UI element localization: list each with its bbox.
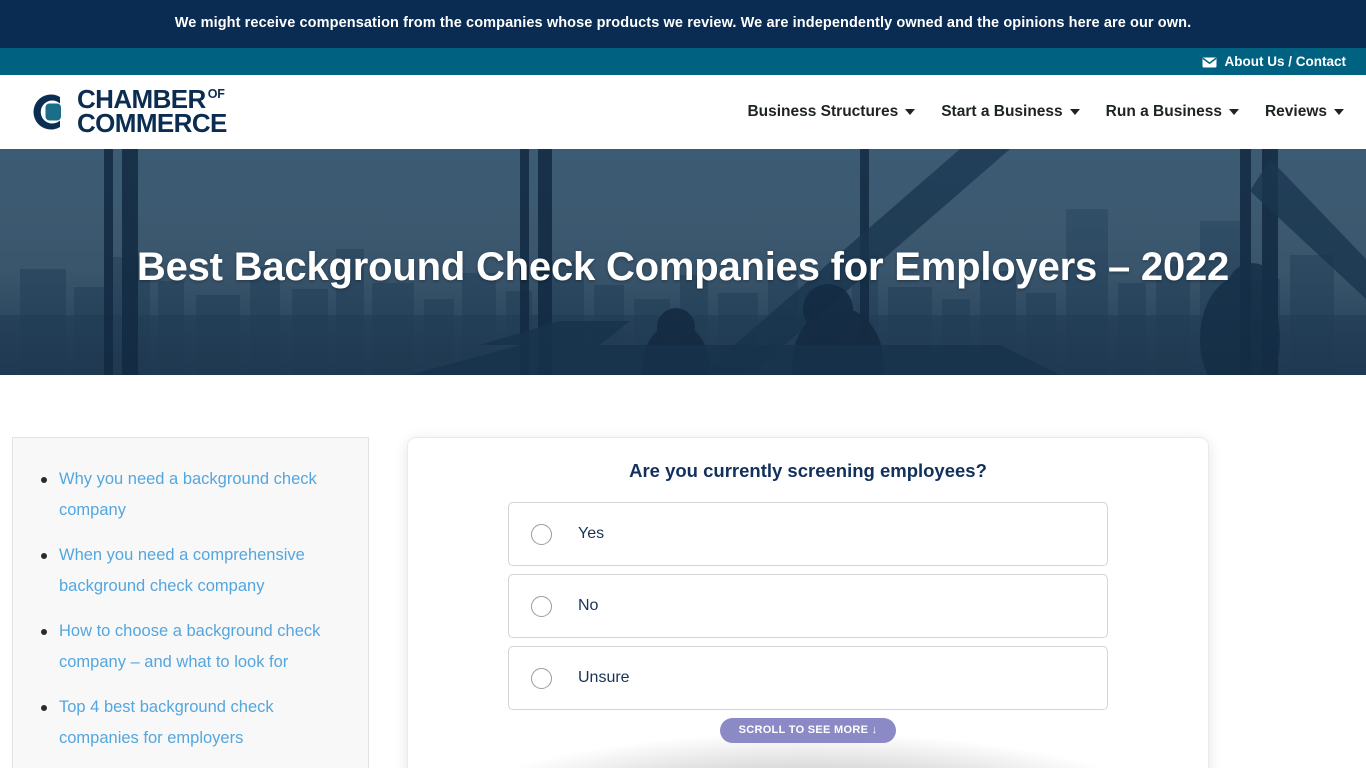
- nav-item-start-a-business[interactable]: Start a Business: [941, 103, 1080, 121]
- site-logo[interactable]: CHAMBER OF COMMERCE: [20, 86, 227, 138]
- site-header: CHAMBER OF COMMERCE Business Structures S…: [0, 75, 1366, 149]
- list-item: When you need a comprehensive background…: [31, 540, 348, 602]
- survey-options: Yes No Unsure: [408, 502, 1208, 710]
- logo-line-2: COMMERCE: [77, 108, 227, 138]
- about-us-contact-label: About Us / Contact: [1224, 54, 1347, 69]
- radio-button-icon[interactable]: [531, 667, 552, 689]
- survey-card: Are you currently screening employees? Y…: [407, 437, 1209, 768]
- scroll-more-area: SCROLL TO SEE MORE ↓: [408, 718, 1208, 768]
- envelope-icon: [1202, 56, 1217, 68]
- about-us-contact-link[interactable]: About Us / Contact: [1202, 54, 1347, 69]
- radio-button-icon[interactable]: [531, 595, 552, 617]
- nav-item-business-structures[interactable]: Business Structures: [747, 103, 916, 121]
- survey-question: Are you currently screening employees?: [629, 460, 987, 481]
- survey-option-label: Yes: [578, 525, 605, 542]
- radio-button-icon[interactable]: [531, 523, 552, 545]
- chamber-c-logo-icon: [20, 88, 68, 136]
- chevron-down-icon: [1069, 109, 1080, 115]
- toc-link-why-you-need[interactable]: Why you need a background check company: [59, 470, 317, 519]
- main-navigation: Business Structures Start a Business Run…: [747, 103, 1344, 121]
- scroll-to-see-more-button[interactable]: SCROLL TO SEE MORE ↓: [719, 718, 897, 743]
- nav-label: Run a Business: [1105, 103, 1222, 120]
- page-title: Best Background Check Companies for Empl…: [136, 245, 1230, 289]
- survey-option-yes[interactable]: Yes: [508, 502, 1108, 566]
- survey-option-label: Unsure: [578, 669, 630, 686]
- disclaimer-text: We might receive compensation from the c…: [174, 15, 1192, 32]
- utility-bar: About Us / Contact: [0, 48, 1366, 75]
- nav-item-reviews[interactable]: Reviews: [1265, 103, 1344, 121]
- logo-of: OF: [207, 87, 225, 102]
- disclaimer-bar: We might receive compensation from the c…: [0, 0, 1366, 48]
- nav-label: Reviews: [1264, 103, 1327, 120]
- list-item: Top 4 best background check companies fo…: [31, 692, 348, 754]
- list-item: Why you need a background check company: [31, 464, 348, 526]
- chevron-down-icon: [1334, 109, 1344, 115]
- toc-link-when-you-need[interactable]: When you need a comprehensive background…: [59, 546, 305, 595]
- table-of-contents: Why you need a background check company …: [12, 437, 369, 768]
- toc-link-how-to-choose[interactable]: How to choose a background check company…: [59, 622, 320, 671]
- nav-label: Start a Business: [941, 103, 1063, 120]
- logo-wordmark: CHAMBER OF COMMERCE: [77, 86, 227, 138]
- toc-link-top-4-best[interactable]: Top 4 best background check companies fo…: [59, 698, 274, 747]
- survey-option-unsure[interactable]: Unsure: [508, 646, 1108, 710]
- toc-list: Why you need a background check company …: [31, 464, 348, 768]
- nav-item-run-a-business[interactable]: Run a Business: [1106, 103, 1239, 121]
- hero-banner: Best Background Check Companies for Empl…: [0, 149, 1366, 375]
- list-item: How to choose a background check company…: [31, 616, 348, 678]
- chevron-down-icon: [905, 109, 916, 115]
- survey-option-no[interactable]: No: [508, 574, 1108, 638]
- chevron-down-icon: [1228, 109, 1239, 115]
- survey-option-label: No: [578, 597, 599, 614]
- main-content: Why you need a background check company …: [0, 375, 1366, 768]
- nav-label: Business Structures: [747, 103, 899, 120]
